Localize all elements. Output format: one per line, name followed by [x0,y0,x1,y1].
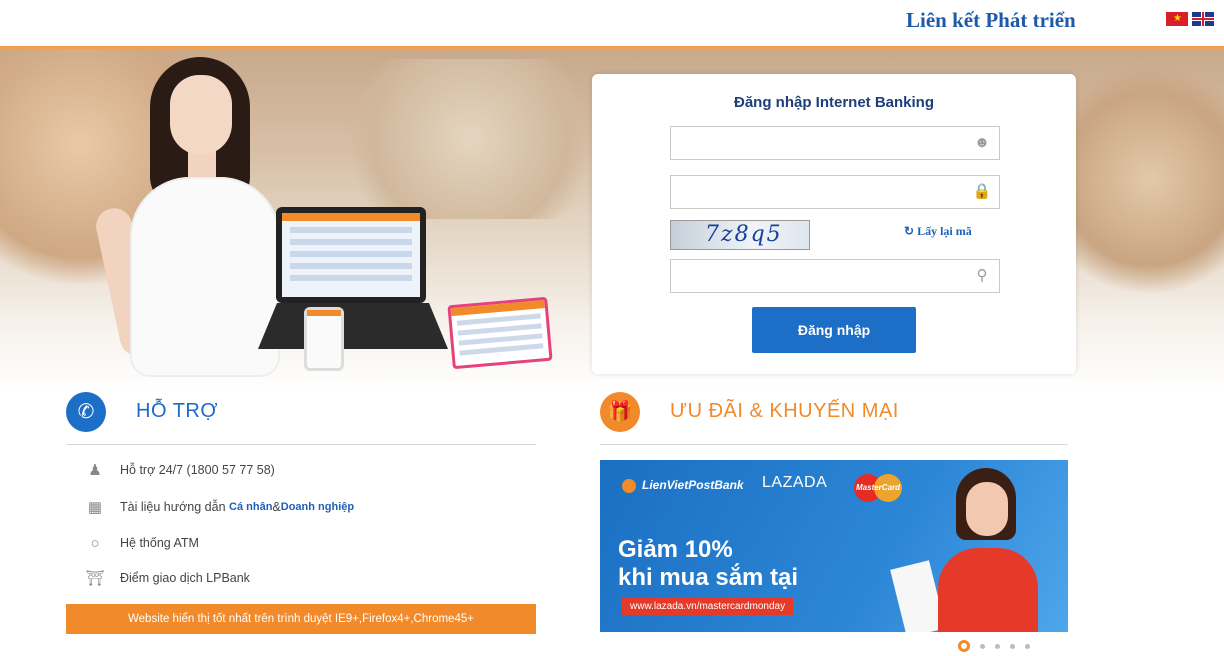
carousel-dot[interactable] [980,643,985,649]
promo-title: ƯU ĐÃI & KHUYẾN MẠI [670,400,899,422]
promo-banner[interactable]: LienVietPostBank LAZADA MasterCard Giảm … [600,460,1068,632]
carousel-dot[interactable] [958,640,970,652]
login-button[interactable]: Đăng nhập [752,307,916,353]
atm-system-link[interactable]: ○ Hệ thống ATM [84,533,199,553]
business-guide-link[interactable]: Doanh nghiệp [281,501,354,513]
support-divider [66,444,536,445]
gift-icon: 🎁 [600,392,640,432]
mastercard-logo: MasterCard [854,474,902,502]
phone-image [304,307,344,371]
uk-flag-icon[interactable] [1192,12,1214,26]
phone-icon: ✆ [66,392,106,432]
bank-icon: ⛩ [85,570,105,587]
promo-divider [600,444,1068,445]
captcha-input[interactable] [670,259,1000,293]
promo-url: www.lazada.vn/mastercardmonday [622,598,794,615]
user-icon: ☻ [974,134,990,151]
support-documents: ▦ Tài liệu hướng dẫn Cá nhân & Doanh ngh… [84,497,354,517]
browser-compatibility-note: Website hiển thị tốt nhất trên trình duy… [66,604,536,634]
carousel-dot[interactable] [1025,643,1030,649]
location-pin-icon: ○ [90,534,100,552]
refresh-icon: ↻ [904,224,915,238]
login-panel: Đăng nhập Internet Banking ☻ 🔒 7z8q5 ↻ L… [592,74,1076,374]
support-hotline: ♟ Hỗ trợ 24/7 (1800 57 77 58) [84,460,275,480]
login-title: Đăng nhập Internet Banking [733,94,934,111]
refresh-captcha-label: Lấy lại mã [917,224,972,238]
promo-headline-2: khi mua sắm tại [618,564,799,591]
lock-icon: 🔒 [972,183,992,200]
lazada-logo: LAZADA [762,474,828,491]
captcha-image: 7z8q5 [670,220,810,250]
brand-slogan: Liên kết Phát triển [906,8,1076,32]
password-input[interactable] [670,175,1000,209]
refresh-captcha-link[interactable]: ↻ Lấy lại mã [904,224,972,239]
key-icon: ⚲ [976,267,988,284]
support-title: HỖ TRỢ [136,400,219,422]
tablet-image [447,296,553,370]
lienvietpostbank-logo: LienVietPostBank [622,478,744,493]
carousel-dot[interactable] [995,643,1000,649]
carousel-dot[interactable] [1010,643,1015,649]
promo-headline-1: Giảm 10% [618,536,733,563]
personal-guide-link[interactable]: Cá nhân [229,501,272,513]
carousel-pager [958,640,1030,652]
support-person-icon: ♟ [88,462,102,479]
username-input[interactable] [670,126,1000,160]
vietnam-flag-icon[interactable]: ★ [1166,12,1188,26]
branch-locations-link[interactable]: ⛩ Điểm giao dịch LPBank [84,568,249,588]
document-icon: ▦ [87,499,103,516]
promo-woman-image [890,468,1048,632]
top-bar: Liên kết Phát triển ★ [0,0,1224,46]
laptop-image [276,207,426,303]
